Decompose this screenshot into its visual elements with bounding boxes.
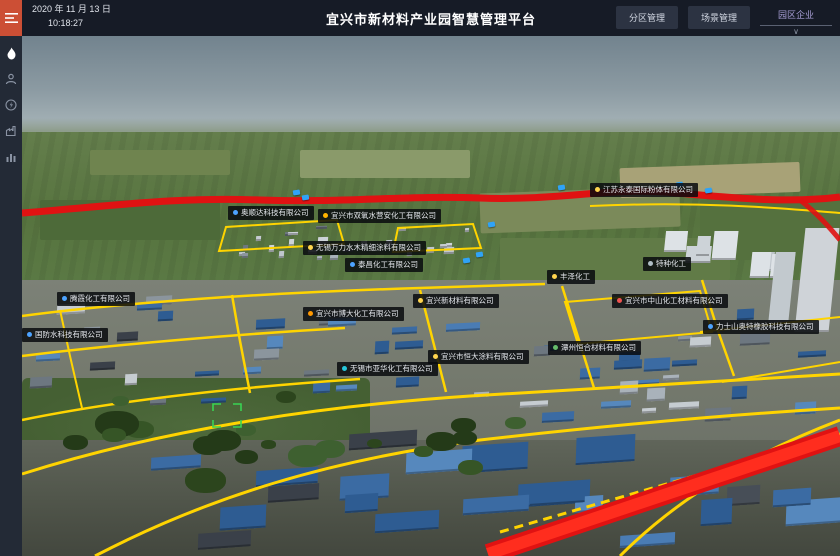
- company-label[interactable]: 宜兴市恒大涂料有限公司: [428, 350, 529, 364]
- company-label-text: 宜兴市博大化工有限公司: [316, 310, 399, 318]
- scene-manage-button[interactable]: 场景管理: [688, 6, 750, 29]
- tree: [261, 440, 275, 449]
- company-label-text: 丰泽化工: [560, 273, 590, 281]
- company-label[interactable]: 江苏永泰国际粉体有限公司: [590, 183, 698, 197]
- company-marker-icon: [708, 324, 713, 329]
- company-label[interactable]: 奥顺达科技有限公司: [228, 206, 314, 220]
- tree: [63, 435, 88, 450]
- tree: [367, 439, 382, 448]
- tree: [235, 450, 258, 464]
- company-marker-icon: [433, 354, 438, 359]
- company-label[interactable]: 特种化工: [643, 257, 691, 271]
- tree: [276, 391, 297, 403]
- tree: [288, 445, 324, 467]
- top-header: 宜兴市新材料产业园智慧管理平台 2020 年 11 月 13 日 10:18:2…: [22, 0, 840, 36]
- selection-bracket: [211, 402, 243, 429]
- company-marker-icon: [418, 298, 423, 303]
- park-enterprise-dropdown[interactable]: 园区企业 ∨: [760, 6, 832, 36]
- company-label[interactable]: 丰泽化工: [547, 270, 595, 284]
- company-marker-icon: [308, 311, 313, 316]
- dropdown-label: 园区企业: [760, 6, 832, 25]
- company-marker-icon: [323, 213, 328, 218]
- company-marker-icon: [617, 298, 622, 303]
- road-network: [0, 0, 840, 556]
- company-label-text: 宜兴市恒大涂料有限公司: [441, 353, 524, 361]
- company-label[interactable]: 宜兴新材料有限公司: [413, 294, 499, 308]
- company-label-text: 无锡万力水木精细涂料有限公司: [316, 244, 421, 252]
- company-label[interactable]: 宜兴市双氧水营安化工有限公司: [318, 209, 441, 223]
- company-label[interactable]: 无锡市亚华化工有限公司: [337, 362, 438, 376]
- company-label[interactable]: 无锡万力水木精细涂料有限公司: [303, 241, 426, 255]
- company-label-text: 宜兴市双氧水营安化工有限公司: [331, 212, 436, 220]
- company-label-text: 无锡市亚华化工有限公司: [350, 365, 433, 373]
- company-label[interactable]: 国防水科技有限公司: [22, 328, 108, 342]
- company-label[interactable]: 宜兴市博大化工有限公司: [303, 307, 404, 321]
- company-marker-icon: [552, 274, 557, 279]
- company-marker-icon: [350, 262, 355, 267]
- power-icon[interactable]: [0, 92, 22, 118]
- company-marker-icon: [553, 345, 558, 350]
- company-marker-icon: [342, 366, 347, 371]
- time-text: 10:18:27: [48, 19, 111, 29]
- company-marker-icon: [27, 332, 32, 337]
- toolbar-sidebar: [0, 0, 22, 556]
- map-canvas[interactable]: 奥顺达科技有限公司 宜兴市双氧水营安化工有限公司无锡万力水木精细涂料有限公司 江苏永…: [0, 0, 840, 556]
- company-label-text: 力士山奥特橡胶科技有限公司: [716, 323, 814, 331]
- company-marker-icon: [308, 245, 313, 250]
- company-label[interactable]: 潭州恒合材料有限公司: [548, 341, 641, 355]
- company-marker-icon: [62, 296, 67, 301]
- company-label-text: 腾霞化工有限公司: [70, 295, 130, 303]
- company-label-text: 特种化工: [656, 260, 686, 268]
- user-icon[interactable]: [0, 66, 22, 92]
- company-label[interactable]: 泰昌化工有限公司: [345, 258, 423, 272]
- tree: [185, 468, 227, 493]
- company-label-text: 宜兴新材料有限公司: [426, 297, 494, 305]
- date-text: 2020 年 11 月 13 日: [32, 5, 111, 15]
- bar-chart-icon[interactable]: [0, 144, 22, 170]
- menu-icon[interactable]: [0, 0, 22, 36]
- company-label[interactable]: 宜兴市中山化工材料有限公司: [612, 294, 728, 308]
- company-label-text: 宜兴市中山化工材料有限公司: [625, 297, 723, 305]
- company-label-text: 泰昌化工有限公司: [358, 261, 418, 269]
- factory-icon[interactable]: [0, 118, 22, 144]
- chevron-down-icon: ∨: [760, 26, 832, 36]
- tree: [453, 431, 477, 445]
- tree: [458, 460, 484, 475]
- tree: [193, 436, 224, 455]
- company-label-text: 国防水科技有限公司: [35, 331, 103, 339]
- company-label[interactable]: 力士山奥特橡胶科技有限公司: [703, 320, 819, 334]
- company-marker-icon: [648, 261, 653, 266]
- company-label[interactable]: 腾霞化工有限公司: [57, 292, 135, 306]
- company-label-text: 江苏永泰国际粉体有限公司: [603, 186, 693, 194]
- flame-icon[interactable]: [0, 40, 22, 66]
- company-marker-icon: [233, 210, 238, 215]
- zone-manage-button[interactable]: 分区管理: [616, 6, 678, 29]
- tree: [414, 446, 432, 457]
- datetime: 2020 年 11 月 13 日 10:18:27: [32, 5, 111, 29]
- company-label-text: 奥顺达科技有限公司: [241, 209, 309, 217]
- tree: [505, 417, 525, 429]
- company-label-text: 潭州恒合材料有限公司: [561, 344, 636, 352]
- company-marker-icon: [595, 187, 600, 192]
